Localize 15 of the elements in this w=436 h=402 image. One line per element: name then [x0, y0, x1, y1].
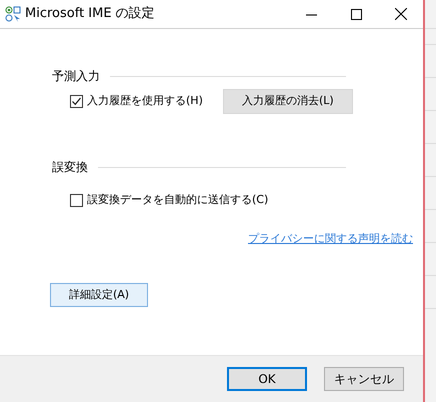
- cancel-button[interactable]: キャンセル: [324, 367, 404, 391]
- group-heading: 予測入力: [52, 68, 100, 85]
- maximize-icon[interactable]: [351, 8, 362, 20]
- checkbox-label[interactable]: 入力履歴を使用する(H): [87, 93, 203, 110]
- checkbox[interactable]: [70, 95, 83, 108]
- group-heading: 誤変換: [52, 159, 88, 176]
- checkbox-label[interactable]: 誤変換データを自動的に送信する(C): [87, 192, 268, 208]
- ok-button[interactable]: OK: [227, 367, 307, 391]
- advanced-settings-button[interactable]: 詳細設定(A): [50, 283, 148, 307]
- clear-history-button[interactable]: 入力履歴の消去(L): [222, 89, 353, 114]
- window-title: Microsoft IME の設定: [25, 5, 155, 24]
- privacy-link[interactable]: プライバシーに関する声明を読む: [248, 230, 413, 247]
- checkbox[interactable]: [70, 194, 83, 207]
- app-icon: [5, 6, 21, 22]
- close-icon[interactable]: [395, 8, 407, 20]
